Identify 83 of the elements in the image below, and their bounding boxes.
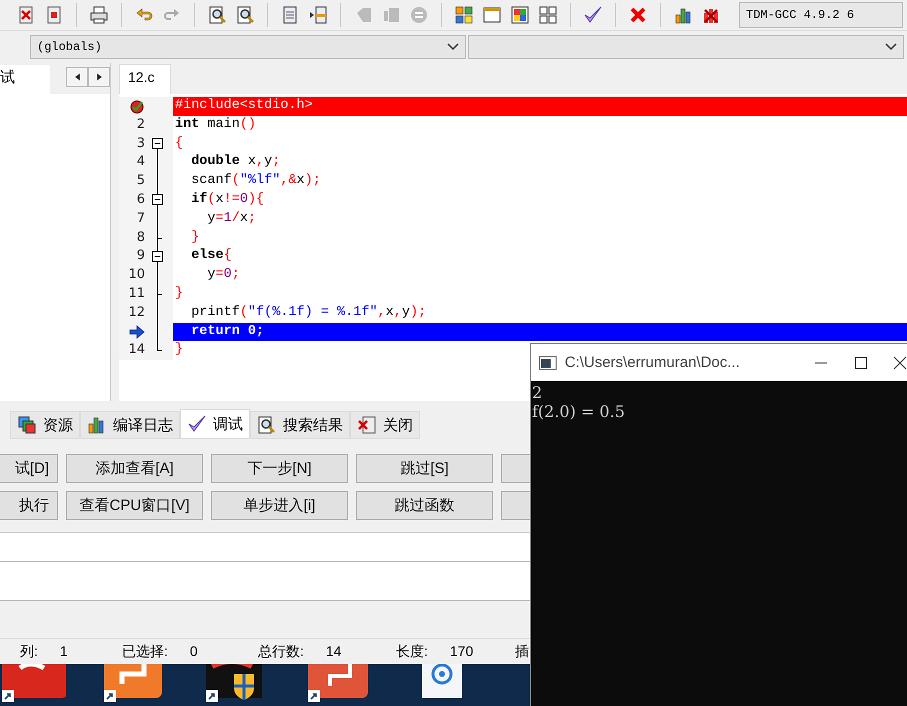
tab[interactable]: 调试 [180,409,250,439]
code-line: } [174,284,184,303]
scroll-left-button[interactable] [66,66,88,86]
scroll-right-button[interactable] [88,66,110,86]
button[interactable]: 跳过[S] [356,454,493,483]
arrow-icon [129,324,145,340]
code-line: if(x!=0){ [190,190,266,209]
window-icon[interactable] [482,5,502,25]
search-icon[interactable] [235,5,255,25]
line-number: 5 [136,172,145,190]
check-icon[interactable] [583,5,603,25]
minimize-icon [814,362,828,364]
close-file-icon [357,415,377,435]
collapse-icon[interactable] [152,138,163,150]
check-icon [187,414,207,434]
code-line: { [174,134,184,153]
tab[interactable]: 试 [0,65,50,94]
line-number: 12 [127,304,145,322]
status-value: 14 [326,642,342,660]
tab[interactable]: 12.c [119,64,172,94]
close-icon [893,356,907,370]
collapse-icon[interactable] [152,194,163,206]
status-label: 列: [20,642,38,660]
code-line: y=1/x; [206,210,258,228]
code-line: double x,y; [190,153,282,172]
expression-field[interactable] [0,532,530,562]
palette-icon[interactable] [510,5,530,25]
line-number: 14 [127,341,145,360]
line-number: 7 [136,210,145,228]
grid-icon[interactable] [538,5,558,25]
line-number: 2 [136,116,145,134]
search-icon [257,415,277,435]
code-line: } [174,341,184,360]
line-number: 4 [136,153,145,172]
status-label: 总行数: [258,642,304,660]
caret-right-icon [96,72,102,80]
code-line: int main() [174,116,258,134]
status-value: 170 [450,642,474,660]
console-icon [539,356,557,370]
window-title: C:\Users\errumuran\Doc... [564,354,741,371]
tab[interactable]: 编译日志 [80,411,180,439]
chevron-down-icon [447,43,459,51]
console-output: f(2.0) = 0.5 [532,402,625,421]
line-number: 11 [127,284,145,303]
status-label: 已选择: [122,642,168,660]
button[interactable]: 查看CPU窗口[V] [66,491,203,520]
code-line: y=0; [206,266,241,284]
line-number: 3 [136,134,145,153]
status-value: 1 [60,642,68,660]
scope-select[interactable]: (globals) [30,35,466,59]
breakpoint-icon [129,98,145,114]
button[interactable]: 添加查看[A] [66,454,203,483]
windows-icon [17,415,37,435]
shortcut-icon[interactable] [0,664,66,704]
tab[interactable]: 资源 [10,411,80,439]
code-line: scanf("%lf",&x); [190,172,322,190]
status-label: 插 [515,642,529,660]
button[interactable]: 下一步[N] [211,454,348,483]
status-value: 0 [190,642,198,660]
maximize-icon [854,356,868,370]
console-output: 2 [532,383,542,402]
caret-left-icon [74,72,80,80]
button[interactable]: 单步进入[i] [211,491,348,520]
code-line: printf("f(%.1f) = %.1f",x,y); [190,304,428,322]
button[interactable]: 试[D] [0,454,58,483]
search-icon[interactable] [207,5,227,25]
code-line: } [190,228,200,247]
tab[interactable]: 搜索结果 [250,411,350,439]
compiler-select[interactable]: TDM-GCC 4.9.2 6 [739,2,903,28]
code-line: else{ [190,247,233,266]
close-icon[interactable] [628,5,648,25]
collapse-icon[interactable] [152,250,163,262]
button[interactable]: 跳过函数 [356,491,493,520]
tab[interactable]: 关闭 [350,411,420,439]
button[interactable]: 执行 [0,491,58,520]
status-label: 长度: [396,642,428,660]
line-number: 8 [136,228,145,247]
line-number: 6 [136,190,145,209]
print-icon[interactable] [89,5,109,25]
line-number: 10 [127,266,145,284]
chevron-down-icon [885,43,897,51]
line-number: 9 [136,247,145,266]
grid-icon[interactable] [454,5,474,25]
